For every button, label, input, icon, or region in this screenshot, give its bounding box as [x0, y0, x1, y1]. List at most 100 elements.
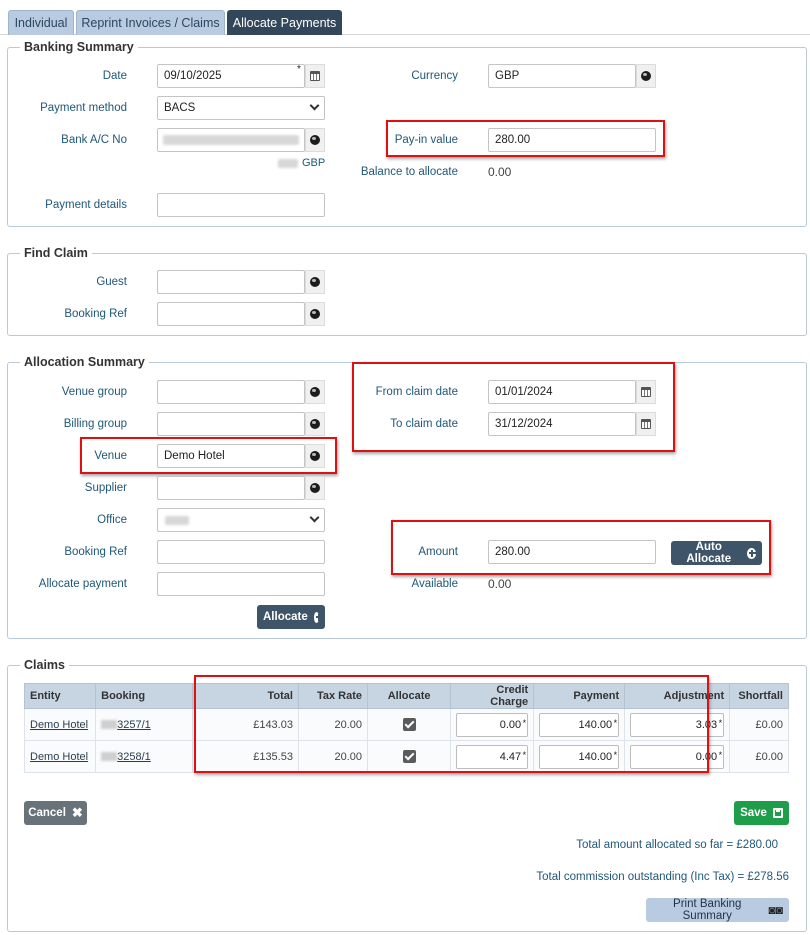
globe-icon [641, 71, 651, 81]
redacted-bank-account [163, 135, 299, 145]
adjustment-input[interactable]: 0.00 * [630, 744, 725, 769]
credit-charge-input[interactable]: 0.00 * [456, 712, 529, 737]
booking-link[interactable]: 3257/1 [101, 719, 151, 731]
bank-account-lookup-button[interactable] [305, 128, 325, 152]
bank-account-label: Bank A/C No [61, 134, 127, 146]
date-calendar-button[interactable] [305, 64, 325, 88]
find-claim-panel: Find Claim [7, 246, 807, 336]
payment-input[interactable]: 140.00 * [539, 712, 620, 737]
print-banking-summary-label: Print Banking Summary [673, 898, 742, 922]
tab-individual[interactable]: Individual [8, 10, 74, 35]
auto-allocate-button-label: Auto Allocate [686, 541, 732, 565]
calendar-icon [641, 387, 651, 397]
venue-input[interactable]: Demo Hotel [157, 444, 305, 468]
col-header-adjustment: Adjustment [624, 683, 731, 709]
adjustment-value: 3.03 [695, 718, 718, 731]
from-claim-date-input[interactable]: 01/01/2024 [488, 380, 636, 404]
billing-group-lookup-button[interactable] [305, 412, 325, 436]
binoculars-icon: ◙◙ [768, 903, 784, 917]
calendar-icon [310, 71, 320, 81]
entity-link[interactable]: Demo Hotel [30, 751, 88, 763]
to-claim-date-label: To claim date [390, 418, 458, 430]
shortfall-cell: £0.00 [729, 708, 789, 741]
venue-label: Venue [94, 450, 127, 462]
currency-input[interactable]: GBP [488, 64, 636, 88]
venue-group-input[interactable] [157, 380, 305, 404]
redacted-booking-prefix [101, 720, 118, 730]
allocate-checkbox[interactable] [402, 750, 416, 763]
credit-charge-value: 4.47 [499, 750, 522, 763]
allocation-summary-legend: Allocation Summary [24, 355, 145, 369]
col-header-credit-charge: Credit Charge [450, 683, 535, 709]
plus-circle-icon [313, 611, 324, 623]
booking-ref-lookup-button[interactable] [305, 302, 325, 326]
venue-group-label: Venue group [61, 386, 127, 398]
amount-input[interactable]: 280.00 [488, 540, 656, 564]
total-allocated-text: Total amount allocated so far = £280.00 [576, 839, 778, 851]
find-booking-ref-label: Booking Ref [64, 308, 127, 320]
payin-value-input[interactable]: 280.00 [488, 128, 656, 152]
shortfall-cell: £0.00 [729, 740, 789, 773]
venue-group-lookup-button[interactable] [305, 380, 325, 404]
balance-to-allocate-value: 0.00 [488, 165, 512, 179]
tax-rate-cell: 20.00 [297, 740, 369, 773]
credit-charge-value: 0.00 [499, 718, 522, 731]
col-header-booking: Booking [95, 683, 193, 709]
globe-icon [310, 451, 320, 461]
col-header-entity: Entity [23, 683, 97, 709]
allocate-payment-input[interactable] [157, 572, 325, 596]
allocate-button[interactable]: Allocate [257, 605, 325, 629]
payment-details-input[interactable] [157, 193, 325, 217]
adjustment-value: 0.00 [695, 750, 718, 763]
find-booking-ref-input[interactable] [157, 302, 305, 326]
cancel-button[interactable]: Cancel ✖ [24, 801, 87, 825]
required-star-icon: * [718, 717, 723, 728]
total-cell: £143.03 [191, 708, 299, 741]
booking-link[interactable]: 3258/1 [101, 751, 151, 763]
table-row: Demo Hotel 3257/1 £143.03 20.00 0.00 * 14… [23, 708, 789, 741]
redacted-booking-prefix [101, 752, 118, 762]
from-claim-date-label: From claim date [375, 386, 458, 398]
billing-group-input[interactable] [157, 412, 305, 436]
save-button[interactable]: Save [734, 801, 789, 825]
tab-reprint-invoices-claims[interactable]: Reprint Invoices / Claims [76, 10, 225, 35]
close-icon: ✖ [71, 805, 83, 820]
required-star-icon: * [613, 749, 618, 760]
payment-input[interactable]: 140.00 * [539, 744, 620, 769]
payment-method-select[interactable]: BACS [157, 96, 325, 120]
to-claim-date-input[interactable]: 31/12/2024 [488, 412, 636, 436]
from-date-calendar-button[interactable] [636, 380, 656, 404]
banking-summary-legend: Banking Summary [24, 40, 134, 54]
save-button-label: Save [740, 807, 767, 819]
credit-charge-input[interactable]: 4.47 * [456, 744, 529, 769]
auto-allocate-button[interactable]: Auto Allocate [671, 541, 762, 565]
alloc-booking-ref-label: Booking Ref [64, 546, 127, 558]
tab-allocate-payments[interactable]: Allocate Payments [227, 10, 342, 35]
supplier-label: Supplier [84, 482, 127, 494]
adjustment-input[interactable]: 3.03 * [630, 712, 725, 737]
globe-icon [310, 277, 320, 287]
claims-header-row: Entity Booking Total Tax Rate Allocate C… [23, 683, 789, 709]
print-banking-summary-button[interactable]: Print Banking Summary ◙◙ [646, 898, 789, 922]
payin-value-label: Pay-in value [394, 134, 458, 146]
to-date-calendar-button[interactable] [636, 412, 656, 436]
allocate-checkbox[interactable] [402, 718, 416, 731]
claims-table: Entity Booking Total Tax Rate Allocate C… [23, 683, 789, 773]
payment-value: 140.00 [578, 750, 613, 763]
globe-icon [310, 483, 320, 493]
alloc-booking-ref-input[interactable] [157, 540, 325, 564]
globe-icon [310, 135, 320, 145]
guest-input[interactable] [157, 270, 305, 294]
date-input[interactable]: 09/10/2025 [157, 64, 305, 88]
guest-lookup-button[interactable] [305, 270, 325, 294]
venue-lookup-button[interactable] [305, 444, 325, 468]
date-label: Date [102, 70, 127, 82]
currency-label: Currency [411, 70, 458, 82]
plus-circle-icon [746, 547, 756, 559]
col-header-payment: Payment [533, 683, 626, 709]
globe-icon [310, 387, 320, 397]
supplier-input[interactable] [157, 476, 305, 500]
currency-lookup-button[interactable] [636, 64, 656, 88]
supplier-lookup-button[interactable] [305, 476, 325, 500]
entity-link[interactable]: Demo Hotel [30, 719, 88, 731]
